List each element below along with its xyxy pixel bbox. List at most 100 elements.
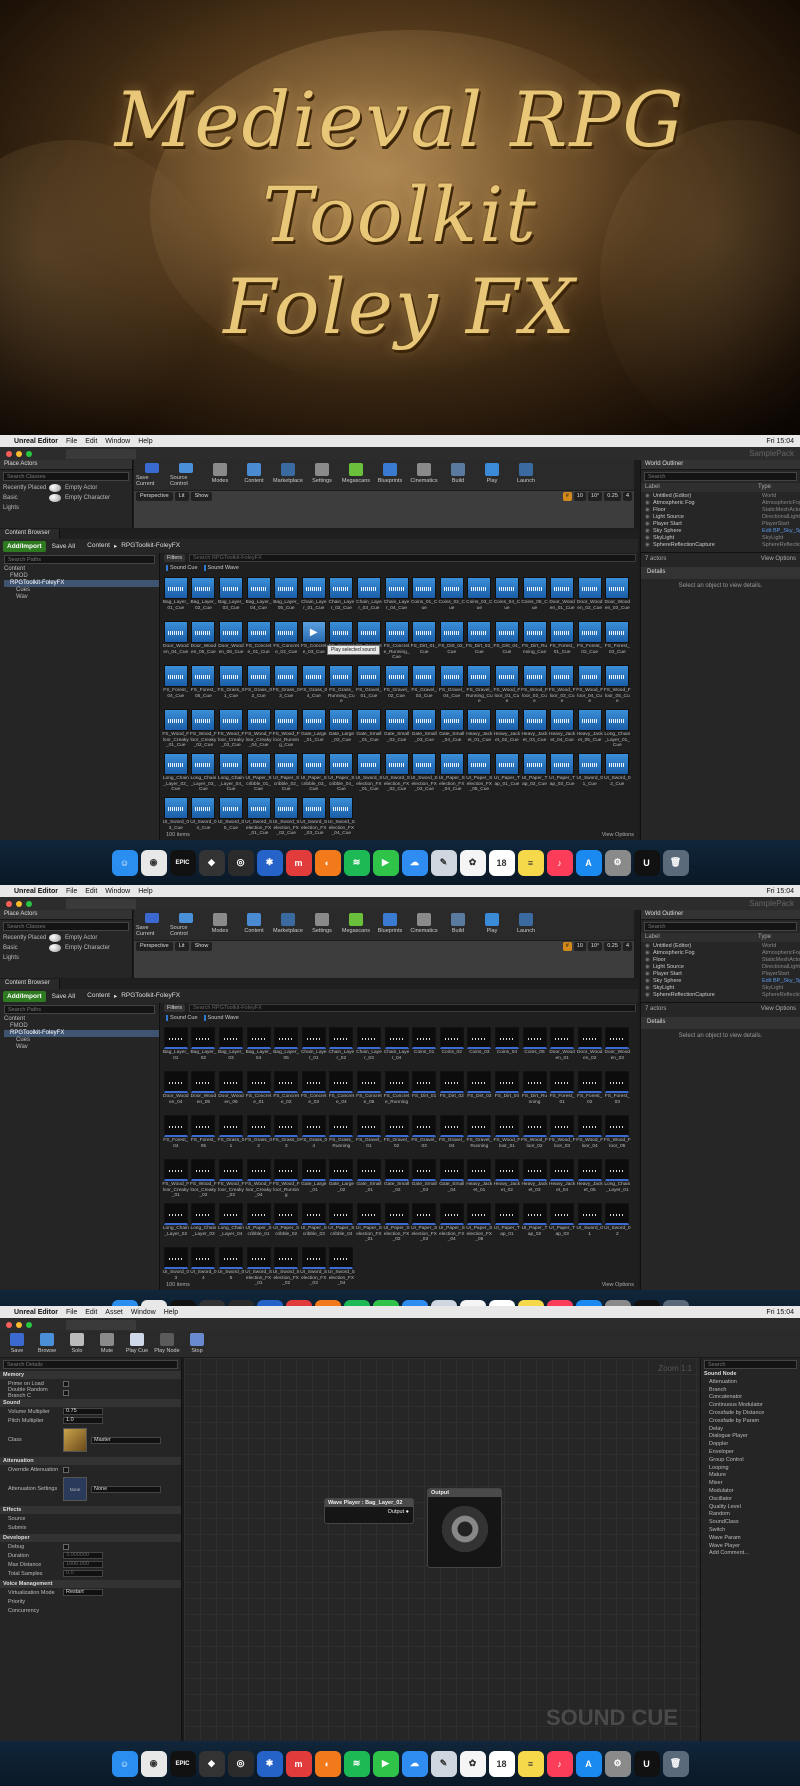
menu-file[interactable]: File (66, 888, 77, 895)
section-developer[interactable]: Developer (0, 1534, 181, 1542)
music-icon[interactable]: ♪ (546, 1750, 573, 1777)
asset-tile[interactable]: FS_Forest_03 (604, 1071, 632, 1113)
section-voice-management[interactable]: Voice Management (0, 1580, 181, 1588)
grid-snap-toggle[interactable]: # (562, 492, 572, 501)
asset-tile[interactable]: UI_Paper_Selection_FX_03 (410, 1203, 438, 1245)
debug-checkbox[interactable] (63, 1543, 69, 1550)
asset-tile[interactable]: Gate_Large_01 (300, 1159, 328, 1201)
asset-tile[interactable]: FS_Concrete_04 (328, 1071, 356, 1113)
unreal-icon[interactable]: U (633, 1750, 660, 1777)
grid-snap-value[interactable]: 10 (573, 942, 586, 951)
toolbar-build-button[interactable]: Build (442, 463, 474, 487)
asset-tile[interactable]: UI_Paper_Tap_03 (548, 1203, 576, 1245)
messages-icon[interactable]: ☁ (401, 849, 428, 876)
toolbar-content-button[interactable]: Content (238, 913, 270, 937)
zoom-window-button[interactable] (26, 450, 32, 457)
section-sound[interactable]: Sound (0, 1399, 181, 1407)
rotation-snap-value[interactable]: 10° (587, 492, 603, 501)
grid-snap-value[interactable]: 10 (573, 492, 586, 501)
asset-tile[interactable]: Gate_Small_03 (410, 1159, 438, 1201)
asset-tile[interactable]: UI_Paper_Selection_FX_05 (466, 1203, 494, 1245)
epic-games-icon[interactable]: EPIC (169, 849, 196, 876)
section-effects[interactable]: Effects (0, 1506, 181, 1514)
asset-tile[interactable]: FS_Grass_01 (217, 1115, 245, 1157)
asset-tile[interactable]: Door_Wooden_05 (190, 1071, 218, 1113)
outliner-row[interactable]: ◉ SkyLight SkyLight (641, 984, 800, 991)
menu-window[interactable]: Window (105, 438, 130, 445)
asset-tile[interactable]: FS_Wood_Floor_Creaky_01_Cue (162, 709, 190, 751)
actor-item[interactable]: Empty Character (49, 494, 110, 502)
asset-tile[interactable]: Bag_Layer_05_Cue (272, 577, 300, 619)
unity-icon[interactable]: ◆ (198, 849, 225, 876)
asset-tile[interactable]: FS_Dirt_04 (493, 1071, 521, 1113)
asset-tile[interactable]: FS_Wood_Floor_01_Cue (493, 665, 521, 707)
outliner-row[interactable]: ◉ Atmospheric Fog AtmosphericFog (641, 499, 800, 506)
asset-tile[interactable]: Heavy_Jacket_05 (576, 1159, 604, 1201)
preview-icon[interactable]: ✎ (430, 1750, 457, 1777)
folder-fmod[interactable]: FMOD (4, 573, 159, 580)
details-tab[interactable]: Details (641, 567, 800, 579)
asset-tile[interactable]: FS_Forest_02 (576, 1071, 604, 1113)
asset-tile[interactable]: FS_Dirt_02 (438, 1071, 466, 1113)
folder-rpgtoolkit-foleyfx[interactable]: RPGToolkit-FoleyFX (4, 580, 159, 587)
preview-icon[interactable]: ✎ (430, 849, 457, 876)
breadcrumb-folder[interactable]: RPGToolkit-FoleyFX (121, 992, 180, 1000)
asset-tile[interactable]: Chain_Layer_04 (383, 1027, 411, 1069)
breadcrumb-content[interactable]: Content (87, 542, 110, 550)
asset-tile[interactable]: UI_Paper_Tap_03_Cue (548, 753, 576, 795)
asset-tile[interactable]: FS_Wood_Floor_04 (576, 1115, 604, 1157)
palette-item[interactable]: Enveloper (701, 1449, 800, 1457)
outliner-row[interactable]: ◉ Floor StaticMeshActor (641, 506, 800, 513)
calendar-icon[interactable]: 18 (488, 1750, 515, 1777)
asset-tile[interactable]: Door_Wooden_06 (217, 1071, 245, 1113)
toolbar-browse-button[interactable]: Browse (34, 1333, 60, 1355)
asset-tile[interactable]: FS_Grass_04 (300, 1115, 328, 1157)
asset-tile[interactable]: UI_Sword_01 (576, 1203, 604, 1245)
close-window-button[interactable] (6, 450, 12, 457)
notes-icon[interactable]: ≡ (517, 1750, 544, 1777)
asset-tile[interactable]: UI_Paper_Scribble_04 (328, 1203, 356, 1245)
asset-tile[interactable]: Door_Wooden_01_Cue (548, 577, 576, 619)
palette-item[interactable]: Wave Player (701, 1543, 800, 1551)
asset-tile[interactable]: FS_Wood_Floor_05_Cue (604, 665, 632, 707)
search-assets-input[interactable]: Search RPGToolkit-FoleyFX (188, 554, 636, 562)
show-button[interactable]: Show (190, 492, 213, 501)
attenuation-dropdown[interactable]: None (91, 1485, 161, 1493)
asset-tile[interactable]: Chain_Layer_02 (328, 1027, 356, 1069)
palette-item[interactable]: Crossfade by Param (701, 1418, 800, 1426)
unreal-icon[interactable]: U (633, 849, 660, 876)
asset-tile[interactable]: UI_Paper_Selection_FX_04_Cue (438, 753, 466, 795)
asset-tile[interactable]: UI_Paper_Selection_FX_02 (383, 1203, 411, 1245)
app-icon[interactable]: ◎ (227, 849, 254, 876)
menu-window[interactable]: Window (131, 1309, 156, 1316)
visibility-eye-icon[interactable]: ◉ (645, 528, 653, 534)
asset-tile[interactable]: UI_Sword_Selection_FX_01_Cue (355, 753, 383, 795)
palette-item[interactable]: Oscillator (701, 1496, 800, 1504)
facetime-icon[interactable]: ▶ (372, 849, 399, 876)
toolbar-cinematics-button[interactable]: Cinematics (408, 913, 440, 937)
visibility-eye-icon[interactable]: ◉ (645, 521, 653, 527)
asset-tile[interactable]: UI_Sword_Selection_FX_02_Cue (383, 753, 411, 795)
actor-item[interactable]: Empty Character (49, 944, 110, 952)
breadcrumb-folder[interactable]: RPGToolkit-FoleyFX (121, 542, 180, 550)
asset-tile[interactable]: Bag_Layer_02_Cue (190, 577, 218, 619)
level-tab[interactable] (66, 898, 136, 909)
actor-item[interactable]: Empty Actor (49, 934, 97, 942)
asset-tile[interactable]: UI_Paper_Scribble_02 (272, 1203, 300, 1245)
asset-tile[interactable]: UI_Paper_Scribble_01 (245, 1203, 273, 1245)
asset-tile[interactable]: FS_Forest_01_Cue (548, 621, 576, 663)
asset-tile[interactable]: Heavy_Jacket_05_Cue (576, 709, 604, 751)
asset-tile[interactable]: FS_Grass_02_Cue (245, 665, 273, 707)
asset-tile[interactable]: UI_Paper_Selection_FX_05_Cue (466, 753, 494, 795)
notes-icon[interactable]: ≡ (517, 849, 544, 876)
outliner-row[interactable]: ◉ SkyLight SkyLight (641, 534, 800, 541)
asset-tile[interactable]: Bag_Layer_04 (245, 1027, 273, 1069)
asset-tile[interactable]: UI_Paper_Tap_02 (521, 1203, 549, 1245)
palette-item[interactable]: Modulator (701, 1488, 800, 1496)
scale-snap-value[interactable]: 0.25 (604, 492, 621, 501)
asset-tile[interactable]: UI_Paper_Scribble_03_Cue (300, 753, 328, 795)
toolbar-blueprints-button[interactable]: Blueprints (374, 913, 406, 937)
filter-chip-sound-cue[interactable]: Sound Cue (166, 1015, 198, 1021)
asset-tile[interactable]: FS_Gravel_01_Cue (355, 665, 383, 707)
asset-tile[interactable]: Coins_04 (493, 1027, 521, 1069)
